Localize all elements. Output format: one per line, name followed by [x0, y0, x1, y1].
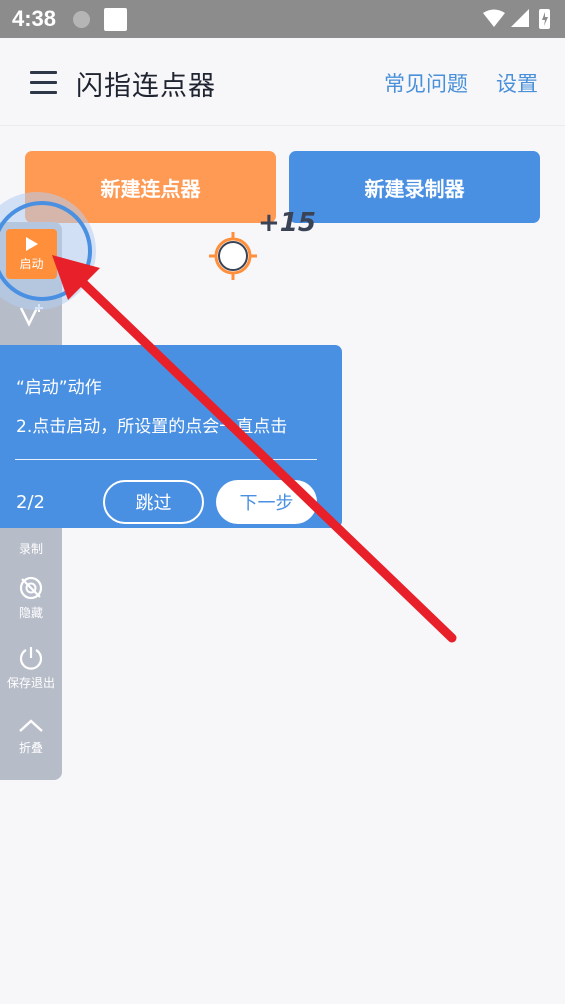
- tooltip-description: 2.点击启动，所设置的点会一直点击: [16, 417, 288, 437]
- hide-button[interactable]: 隐藏: [0, 575, 62, 621]
- start-label: 启动: [19, 257, 44, 271]
- status-bar: 4:38: [0, 0, 565, 38]
- wifi-icon: [483, 9, 505, 27]
- guide-tooltip: “启动”动作 2.点击启动，所设置的点会一直点击 2/2 跳过 下一步: [0, 345, 342, 528]
- menu-icon[interactable]: [30, 69, 58, 95]
- play-icon: [25, 237, 38, 251]
- power-icon: [19, 647, 43, 670]
- skip-button[interactable]: 跳过: [103, 480, 204, 524]
- tooltip-title: “启动”动作: [16, 378, 102, 398]
- tooltip-step-indicator: 2/2: [16, 492, 45, 513]
- save-exit-label: 保存退出: [6, 676, 55, 690]
- record-button[interactable]: 录制: [0, 537, 62, 557]
- click-target-crosshair-icon[interactable]: [207, 230, 259, 282]
- save-exit-button[interactable]: 保存退出: [0, 645, 62, 691]
- status-time: 4:38: [12, 6, 57, 31]
- app-bar: 闪指连点器 常见问题 设置: [0, 38, 565, 126]
- status-icons: [483, 9, 550, 29]
- faq-link[interactable]: 常见问题: [384, 68, 468, 98]
- collapse-button[interactable]: 折叠: [0, 716, 62, 756]
- settings-link[interactable]: 设置: [496, 68, 538, 98]
- new-recorder-button[interactable]: 新建录制器: [289, 151, 540, 223]
- notification-square-icon: [104, 8, 127, 31]
- collapse-label: 折叠: [18, 741, 43, 755]
- page-title: 闪指连点器: [76, 71, 216, 102]
- chevron-up-icon: [19, 719, 43, 732]
- next-step-button[interactable]: 下一步: [216, 480, 317, 524]
- hide-label: 隐藏: [18, 606, 43, 620]
- start-button[interactable]: 启动: [6, 229, 57, 279]
- click-count-label: +15: [258, 208, 316, 238]
- tooltip-divider: [15, 459, 317, 460]
- signal-icon: [511, 9, 529, 27]
- hide-icon: [19, 576, 43, 600]
- notification-dot-icon: [73, 11, 90, 28]
- record-label: 录制: [18, 542, 43, 556]
